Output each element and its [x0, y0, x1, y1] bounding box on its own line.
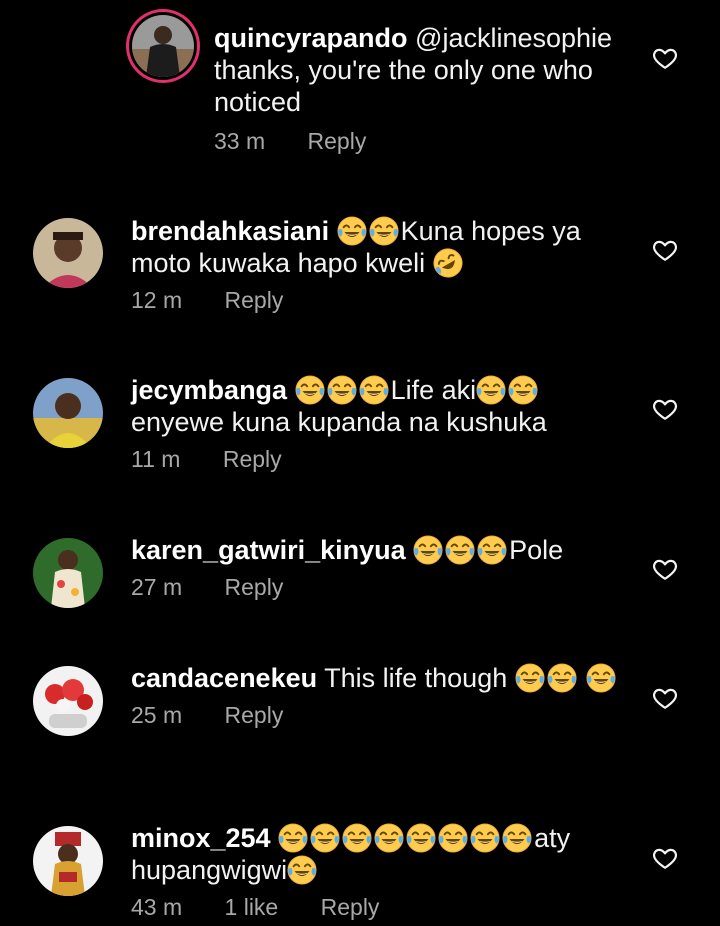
joy-emoji-icon: [445, 535, 475, 565]
comment-meta: 11 m Reply: [131, 446, 620, 473]
joy-emoji-icon: [438, 823, 468, 853]
avatar[interactable]: [33, 538, 103, 608]
comment-meta: 12 m Reply: [131, 287, 620, 314]
comment-time: 43 m: [131, 894, 183, 920]
comment-time: 27 m: [131, 574, 183, 600]
joy-emoji-icon: [369, 216, 399, 246]
username[interactable]: minox_254: [131, 823, 271, 853]
joy-emoji-icon: [470, 823, 500, 853]
username[interactable]: brendahkasiani: [131, 216, 329, 246]
reply-button[interactable]: Reply: [225, 574, 284, 601]
joy-emoji-icon: [406, 823, 436, 853]
joy-emoji-icon: [327, 375, 357, 405]
like-count[interactable]: 1 like: [225, 894, 279, 921]
like-heart-icon[interactable]: [652, 237, 678, 263]
avatar[interactable]: [132, 15, 194, 77]
comment-text: minox_254 aty hupangwigwi: [131, 822, 620, 886]
comment-time: 33 m: [214, 128, 266, 154]
like-heart-icon[interactable]: [652, 45, 678, 71]
comment-body-continued: enyewe kuna kupanda na kushuka: [131, 407, 547, 437]
comment-text: karen_gatwiri_kinyua Pole: [131, 534, 620, 566]
comment-time: 25 m: [131, 702, 183, 728]
rofl-emoji-icon: [433, 248, 463, 278]
avatar[interactable]: [33, 218, 103, 288]
joy-emoji-icon: [515, 663, 545, 693]
username[interactable]: candacenekeu: [131, 663, 317, 693]
reply-button[interactable]: Reply: [223, 446, 282, 473]
joy-emoji-icon: [342, 823, 372, 853]
like-heart-icon[interactable]: [652, 556, 678, 582]
comment-body: This life though: [324, 663, 508, 693]
joy-emoji-icon: [586, 663, 616, 693]
joy-emoji-icon: [337, 216, 367, 246]
joy-emoji-icon: [508, 375, 538, 405]
comment-meta: 33 m Reply: [214, 128, 620, 155]
comment-body-continued: hupangwigwi: [131, 855, 288, 885]
joy-emoji-icon: [547, 663, 577, 693]
username[interactable]: jecymbanga: [131, 375, 287, 405]
comment-text: brendahkasiani Kuna hopes ya moto kuwaka…: [131, 215, 620, 279]
comment-text: quincyrapando @jacklinesophie thanks, yo…: [214, 22, 620, 118]
reply-button[interactable]: Reply: [321, 894, 380, 921]
reply-button[interactable]: Reply: [225, 287, 284, 314]
joy-emoji-icon: [278, 823, 308, 853]
like-heart-icon[interactable]: [652, 685, 678, 711]
joy-emoji-icon: [310, 823, 340, 853]
comment-body: aty: [534, 823, 571, 853]
joy-emoji-icon: [413, 535, 443, 565]
username[interactable]: quincyrapando: [214, 23, 408, 53]
joy-emoji-icon: [477, 535, 507, 565]
username[interactable]: karen_gatwiri_kinyua: [131, 535, 406, 565]
like-heart-icon[interactable]: [652, 396, 678, 422]
joy-emoji-icon: [374, 823, 404, 853]
comment-text: candacenekeu This life though: [131, 662, 620, 694]
comment-meta: 25 m Reply: [131, 702, 620, 729]
comment-body: Pole: [509, 535, 564, 565]
comment-text: jecymbanga Life aki enyewe kuna kupanda …: [131, 374, 620, 438]
avatar[interactable]: [33, 826, 103, 896]
joy-emoji-icon: [502, 823, 532, 853]
reply-button[interactable]: Reply: [225, 702, 284, 729]
comment-time: 11 m: [131, 446, 181, 472]
comment-meta: 43 m 1 like Reply: [131, 894, 620, 921]
like-heart-icon[interactable]: [652, 845, 678, 871]
comment-body: Life aki: [390, 375, 477, 405]
joy-emoji-icon: [287, 855, 317, 885]
joy-emoji-icon: [359, 375, 389, 405]
joy-emoji-icon: [295, 375, 325, 405]
comment-time: 12 m: [131, 287, 183, 313]
reply-button[interactable]: Reply: [308, 128, 367, 155]
comment-meta: 27 m Reply: [131, 574, 620, 601]
joy-emoji-icon: [476, 375, 506, 405]
avatar[interactable]: [33, 666, 103, 736]
avatar[interactable]: [33, 378, 103, 448]
